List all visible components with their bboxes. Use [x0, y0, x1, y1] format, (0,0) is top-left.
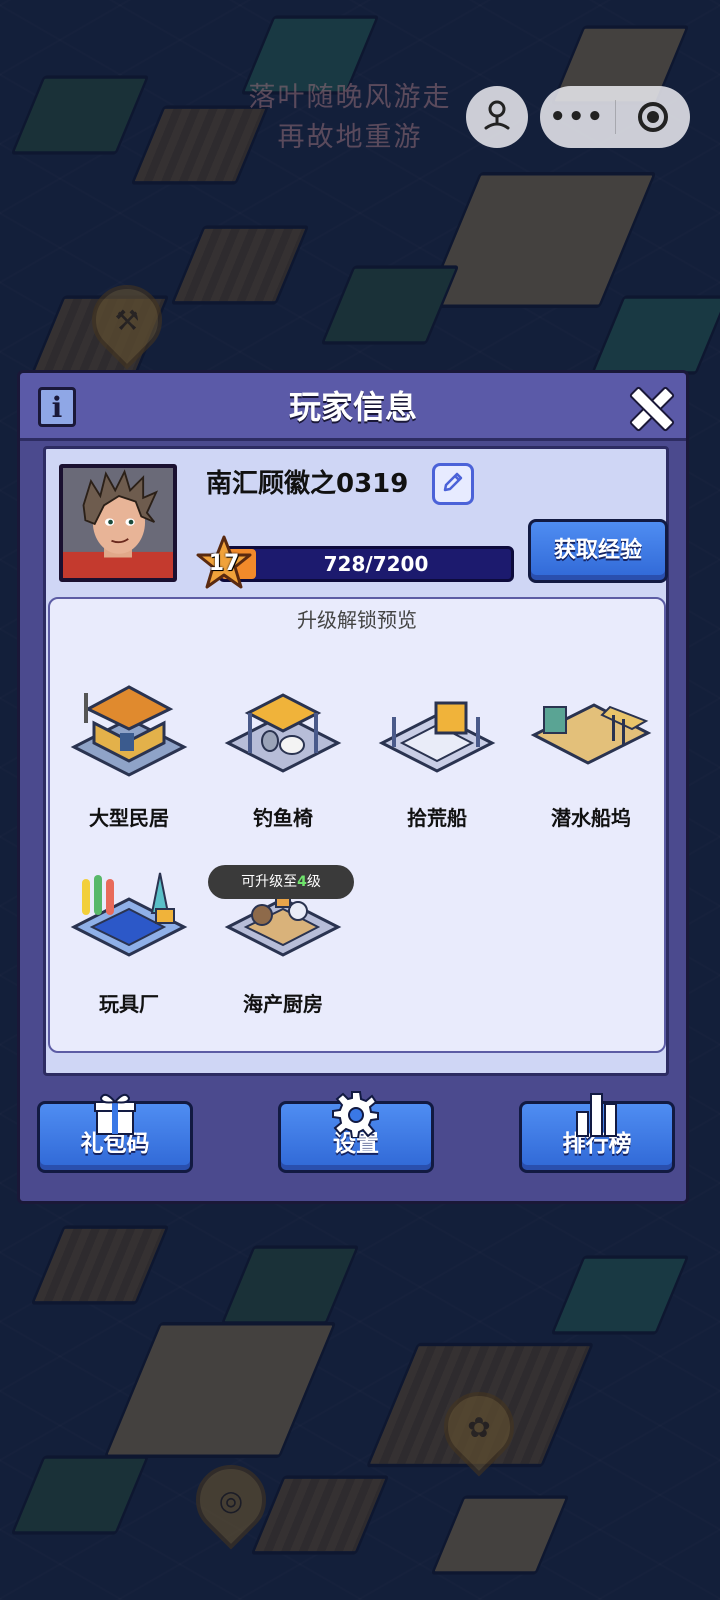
tooltip-suffix: 级: [306, 874, 321, 890]
unlock-item[interactable]: 钓鱼椅: [208, 663, 358, 843]
player-panel: 南汇顾徽之0319 728/7200 17 获取经验 升级解锁预览 大型民居 钓…: [43, 446, 669, 1076]
record-icon: [637, 102, 668, 132]
toy-factory-icon: [64, 849, 194, 979]
watermark-line-1: 落叶随晚风游走: [248, 82, 452, 113]
edit-name-button[interactable]: [432, 463, 474, 505]
unlock-item-label: 大型民居: [89, 806, 169, 830]
bar-chart-icon: [573, 1090, 621, 1138]
watermark-line-2: 再故地重游: [277, 122, 423, 153]
more-dots-icon: •••: [549, 102, 606, 132]
tooltip-level: 4: [297, 874, 307, 890]
person-icon: [480, 98, 514, 136]
player-level: 17: [208, 551, 240, 576]
unlock-item-label: 玩具厂: [99, 992, 159, 1016]
dialog-title: 玩家信息: [288, 388, 417, 426]
player-name: 南汇顾徽之0319: [206, 469, 409, 499]
unlock-item-label: 海产厨房: [243, 992, 323, 1016]
unlock-preview: 升级解锁预览 大型民居 钓鱼椅 拾荒船 潜水船坞 玩具厂 海产厨房 可升级至4级: [48, 597, 666, 1053]
xp-progress-bar: 728/7200: [218, 546, 514, 582]
unlock-item-label: 拾荒船: [407, 806, 467, 830]
fishing-chair-icon: [218, 663, 348, 793]
unlock-item[interactable]: 玩具厂: [54, 849, 204, 1029]
unlock-item[interactable]: 潜水船坞: [516, 663, 666, 843]
large-house-icon: [64, 663, 194, 793]
watermark: 落叶随晚风游走 再故地重游: [230, 78, 470, 158]
get-xp-button[interactable]: 获取经验: [528, 519, 668, 583]
xp-text: 728/7200: [323, 552, 429, 576]
profile-button[interactable]: [466, 86, 528, 148]
tooltip-prefix: 可升级至: [241, 874, 298, 890]
upgrade-tooltip: 可升级至4级: [208, 865, 354, 899]
scavenger-boat-icon: [372, 663, 502, 793]
unlock-item-label: 潜水船坞: [551, 806, 631, 830]
player-info-dialog: i 玩家信息 南汇顾徽之0319 728/7200 17 获取经验 升级解锁预览…: [17, 370, 689, 1204]
close-icon[interactable]: [626, 383, 674, 431]
preview-title: 升级解锁预览: [297, 608, 417, 632]
ranking-button[interactable]: 排行榜: [519, 1093, 675, 1173]
gear-icon: [332, 1090, 380, 1138]
gift-icon: [91, 1090, 139, 1138]
gift-code-button[interactable]: 礼包码: [37, 1093, 193, 1173]
miniprogram-capsule: •••: [540, 86, 690, 148]
diving-dock-icon: [526, 663, 656, 793]
unlock-item[interactable]: 大型民居: [54, 663, 204, 843]
dialog-header: i 玩家信息: [20, 373, 686, 441]
avatar[interactable]: [59, 464, 177, 582]
unlock-item-label: 钓鱼椅: [253, 806, 313, 830]
settings-button[interactable]: 设置: [278, 1091, 434, 1173]
more-button[interactable]: •••: [540, 86, 615, 148]
unlock-item[interactable]: 拾荒船: [362, 663, 512, 843]
pencil-icon: [440, 469, 466, 499]
exit-button[interactable]: [616, 86, 691, 148]
